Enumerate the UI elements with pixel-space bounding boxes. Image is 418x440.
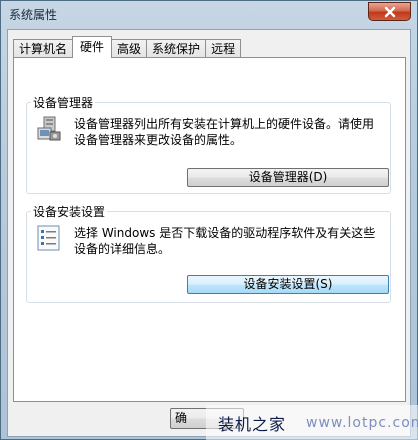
close-button[interactable] xyxy=(368,2,411,21)
device-manager-group: 设备管理器 设备管理器列出所有安装在计算机上的硬件设备。请使用设备管理器来更改设… xyxy=(26,94,391,194)
tab-remote[interactable]: 远程 xyxy=(205,39,242,58)
watermark-text: 装机之家 xyxy=(218,415,287,434)
device-manager-button[interactable]: 设备管理器(D) xyxy=(187,168,389,187)
device-manager-description: 设备管理器列出所有安装在计算机上的硬件设备。请使用设备管理器来更改设备的属性。 xyxy=(74,117,375,147)
tab-advanced[interactable]: 高级 xyxy=(111,39,148,58)
tab-computer-name[interactable]: 计算机名 xyxy=(13,39,74,58)
tab-hardware[interactable]: 硬件 xyxy=(72,36,113,58)
checklist-icon xyxy=(37,225,60,251)
device-installation-settings-button[interactable]: 设备安装设置(S) xyxy=(187,275,389,294)
close-icon xyxy=(384,6,395,17)
title-bar[interactable]: 系统属性 xyxy=(1,1,417,27)
system-properties-window: 系统属性 计算机名 硬件 高级 系统保护 远程 设备管理器 设备管理器列出所有安… xyxy=(0,0,418,440)
tab-system-protection[interactable]: 系统保护 xyxy=(146,39,207,58)
tab-strip: 计算机名 硬件 高级 系统保护 远程 xyxy=(13,36,242,58)
device-installation-description: 选择 Windows 是否下载设备的驱动程序软件及有关这些设备的详细信息。 xyxy=(74,226,376,256)
device-manager-heading: 设备管理器 xyxy=(31,94,96,111)
device-installation-group: 设备安装设置 选择 Windows 是否下载设备的驱动程序软件及有关这些设备的详… xyxy=(26,203,391,303)
dialog-client-area: 计算机名 硬件 高级 系统保护 远程 设备管理器 设备管理器列出所有安装在计算机… xyxy=(7,29,411,437)
device-installation-heading: 设备安装设置 xyxy=(31,203,108,220)
window-title: 系统属性 xyxy=(9,8,58,22)
watermark-url: www.lotpc.com xyxy=(306,415,418,431)
device-manager-icon xyxy=(37,116,61,141)
hardware-tab-panel: 设备管理器 设备管理器列出所有安装在计算机上的硬件设备。请使用设备管理器来更改设… xyxy=(13,57,406,402)
watermark: 装机之家 www.lotpc.com xyxy=(206,405,418,440)
